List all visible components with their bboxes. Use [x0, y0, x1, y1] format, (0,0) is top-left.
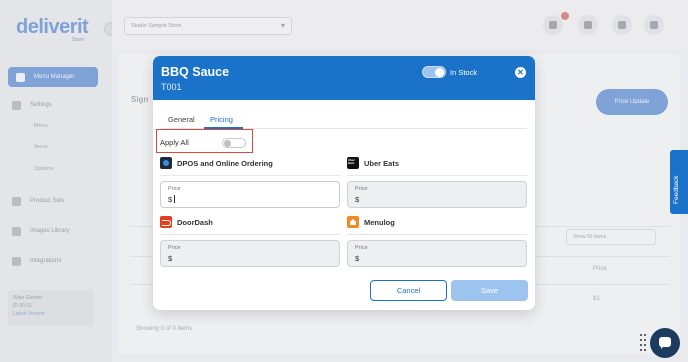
text-caret: [174, 195, 176, 203]
apply-all-toggle[interactable]: [222, 138, 246, 148]
table-cell-price: $1: [593, 296, 600, 302]
sidebar-item-label: Settings: [30, 102, 52, 108]
chat-button[interactable]: [650, 328, 680, 358]
price-label: Price: [355, 245, 368, 251]
uber-eats-logo-icon: [347, 157, 359, 169]
sidebar-subitem-items[interactable]: Items: [34, 144, 47, 150]
channel-name: DPOS and Online Ordering: [177, 158, 273, 168]
price-label: Price: [168, 245, 181, 251]
cancel-button[interactable]: Cancel: [370, 280, 447, 301]
doordash-logo-icon: [160, 216, 172, 228]
notification-badge: [561, 12, 569, 20]
app-logo-sub: Store: [72, 37, 84, 43]
menulog-logo-icon: [347, 216, 359, 228]
notifications-icon[interactable]: [543, 15, 563, 35]
sidebar-item-settings[interactable]: Settings: [12, 98, 52, 112]
feedback-label: Feedback: [673, 175, 680, 204]
layers-icon: [12, 196, 21, 206]
user-link[interactable]: Latest Version: [13, 310, 89, 318]
user-card: Wise Garden ID 00 01 Latest Version: [8, 290, 94, 326]
price-value: $: [355, 195, 360, 204]
price-update-button[interactable]: Price Update: [596, 89, 668, 115]
user-name: Wise Garden: [13, 295, 43, 301]
menu-icon: [16, 72, 25, 82]
sidebar-item-label: Integrations: [30, 258, 62, 264]
price-value: $: [355, 254, 360, 263]
save-button[interactable]: Save: [451, 280, 528, 301]
table-footer: Showing 0 of 0 Items: [136, 326, 193, 332]
table-header-price: Price: [593, 266, 607, 272]
gear-icon: [12, 100, 21, 110]
channel-name: Uber Eats: [364, 158, 400, 168]
price-value: $: [168, 195, 173, 204]
modal-tabs: General Pricing: [161, 112, 527, 129]
sidebar: deliverit Store Menu Manager Settings Me…: [0, 0, 118, 362]
tab-general[interactable]: General: [168, 115, 195, 124]
link-icon: [12, 256, 21, 266]
price-value: $: [168, 254, 173, 263]
apply-all-label: Apply All: [160, 138, 189, 147]
page-size-select[interactable]: Show 50 Items: [566, 229, 656, 245]
help-icon[interactable]: [612, 15, 632, 35]
in-stock-label: In Stock: [450, 68, 478, 77]
price-field-dpos[interactable]: Price $: [160, 181, 340, 208]
tab-pricing[interactable]: Pricing: [210, 115, 233, 124]
item-modal: BBQ Sauce T001 In Stock ✕ General Pricin…: [153, 56, 535, 310]
link-icon[interactable]: [578, 15, 598, 35]
item-code: T001: [161, 82, 182, 92]
sidebar-item-product-sets[interactable]: Product Sets: [12, 194, 64, 208]
price-label: Price: [355, 186, 368, 192]
sidebar-subitem-menu[interactable]: Menu: [34, 123, 48, 129]
sidebar-subitem-options[interactable]: Options: [34, 166, 53, 172]
image-icon: [12, 226, 21, 236]
chat-bubble-icon: [659, 337, 671, 349]
channel-name: DoorDash: [177, 217, 213, 227]
feedback-tab[interactable]: Feedback: [670, 150, 688, 214]
drag-handle-icon[interactable]: [640, 334, 646, 352]
price-field-doordash[interactable]: Price $: [160, 240, 340, 267]
price-field-menulog[interactable]: Price $: [347, 240, 527, 267]
dpos-logo-icon: [160, 157, 172, 169]
sidebar-item-label: Images Library: [30, 228, 70, 234]
modal-header: BBQ Sauce T001 In Stock ✕: [153, 56, 535, 100]
sidebar-item-integrations[interactable]: Integrations: [12, 254, 61, 268]
price-label: Price: [168, 186, 181, 192]
price-field-uber-eats[interactable]: Price $: [347, 181, 527, 208]
modal-title: BBQ Sauce: [161, 65, 230, 79]
in-stock-toggle[interactable]: [422, 66, 446, 78]
page-heading: Sign: [131, 95, 149, 104]
sidebar-item-label: Product Sets: [30, 198, 65, 204]
user-id: ID 00 01: [13, 303, 32, 309]
sidebar-item-images-library[interactable]: Images Library: [12, 224, 70, 238]
sidebar-item-label: Menu Manager: [34, 74, 75, 80]
app-logo: deliverit: [16, 16, 89, 38]
user-menu-icon[interactable]: [644, 15, 664, 35]
channel-name: Menulog: [364, 217, 395, 227]
sidebar-item-menu-manager[interactable]: Menu Manager: [8, 67, 98, 87]
close-icon[interactable]: ✕: [515, 67, 526, 78]
business-select[interactable]: Studio Sample Store: [124, 17, 292, 35]
